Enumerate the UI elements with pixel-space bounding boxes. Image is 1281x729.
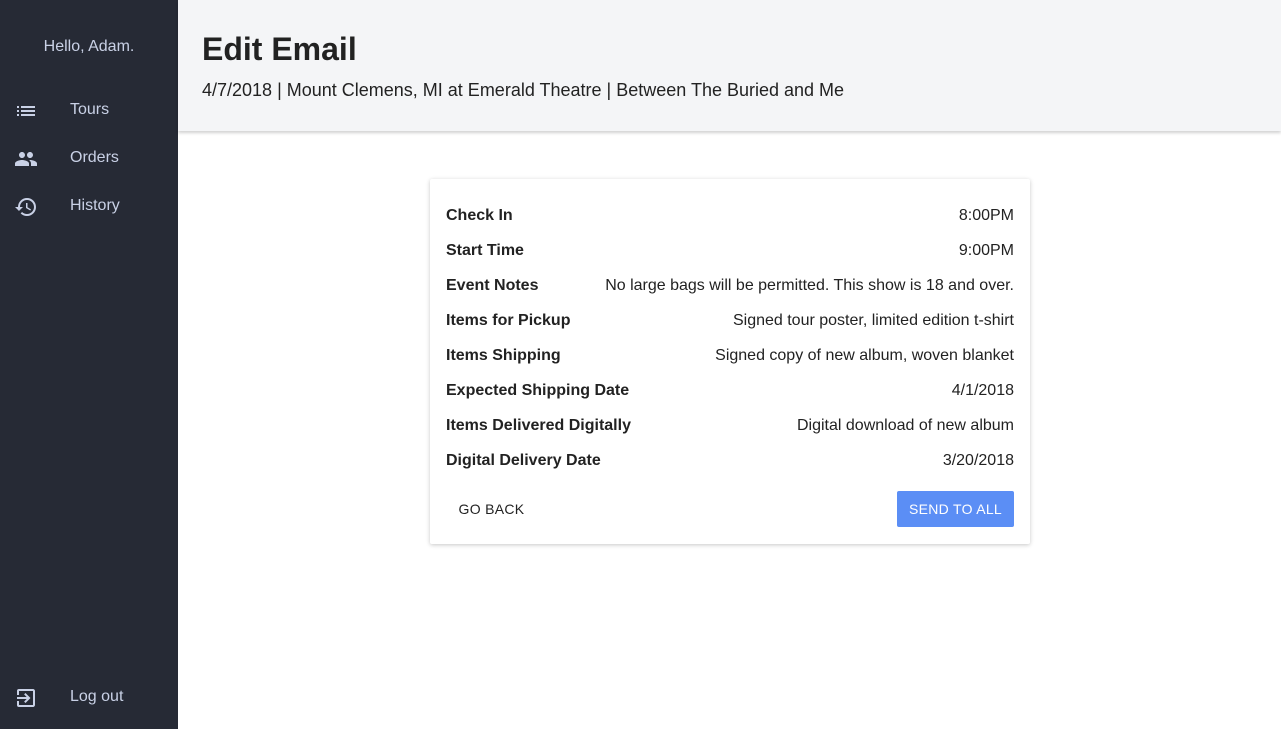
detail-value: Signed tour poster, limited edition t-sh… (732, 312, 1014, 329)
detail-label: Items for Pickup (446, 312, 571, 329)
detail-label: Check In (446, 207, 513, 224)
detail-row: Items for Pickup Signed tour poster, lim… (446, 309, 1014, 333)
go-back-button[interactable]: GO BACK (446, 491, 537, 527)
detail-label: Event Notes (446, 277, 539, 294)
detail-label: Start Time (446, 242, 524, 259)
detail-label: Expected Shipping Date (446, 382, 630, 399)
detail-label: Digital Delivery Date (446, 452, 601, 469)
people-icon (14, 147, 38, 171)
detail-row: Start Time 9:00PM (446, 239, 1014, 263)
detail-value: 8:00PM (958, 207, 1014, 224)
event-subtitle: 4/7/2018 | Mount Clemens, MI at Emerald … (202, 80, 845, 100)
detail-value: Digital download of new album (796, 417, 1014, 434)
send-to-all-button[interactable]: SEND TO ALL (897, 491, 1014, 527)
detail-row: Items Delivered Digitally Digital downlo… (446, 414, 1014, 438)
logout-button[interactable]: Log out (0, 678, 178, 718)
detail-row: Event Notes No large bags will be permit… (446, 274, 1014, 298)
detail-label: Items Shipping (446, 347, 561, 364)
detail-row: Check In 8:00PM (446, 204, 1014, 228)
sidebar-item-orders[interactable]: Orders (0, 139, 178, 179)
sidebar-item-history[interactable]: History (0, 187, 178, 227)
sidebar: Hello, Adam. Tours Orders History Log ou… (0, 0, 178, 729)
detail-row: Items Shipping Signed copy of new album,… (446, 344, 1014, 368)
page-header: Edit Email 4/7/2018 | Mount Clemens, MI … (178, 0, 1281, 131)
history-icon (14, 195, 38, 219)
detail-value: 9:00PM (958, 242, 1014, 259)
sidebar-item-tours[interactable]: Tours (0, 91, 178, 131)
detail-value: Signed copy of new album, woven blanket (715, 347, 1014, 364)
exit-icon (14, 686, 38, 710)
email-details-card: Check In 8:00PM Start Time 9:00PM Event … (430, 179, 1030, 544)
sidebar-item-label: Tours (70, 101, 110, 118)
detail-value: 4/1/2018 (951, 382, 1014, 399)
detail-value: No large bags will be permitted. This sh… (605, 277, 1014, 294)
sidebar-item-label: History (70, 197, 120, 214)
greeting: Hello, Adam. (43, 38, 135, 55)
page-title: Edit Email (202, 31, 357, 67)
logout-label: Log out (70, 688, 124, 705)
sidebar-item-label: Orders (70, 149, 119, 166)
detail-label: Items Delivered Digitally (446, 417, 631, 434)
list-icon (14, 99, 38, 123)
detail-value: 3/20/2018 (942, 452, 1014, 469)
detail-row: Expected Shipping Date 4/1/2018 (446, 379, 1014, 403)
detail-row: Digital Delivery Date 3/20/2018 (446, 449, 1014, 473)
